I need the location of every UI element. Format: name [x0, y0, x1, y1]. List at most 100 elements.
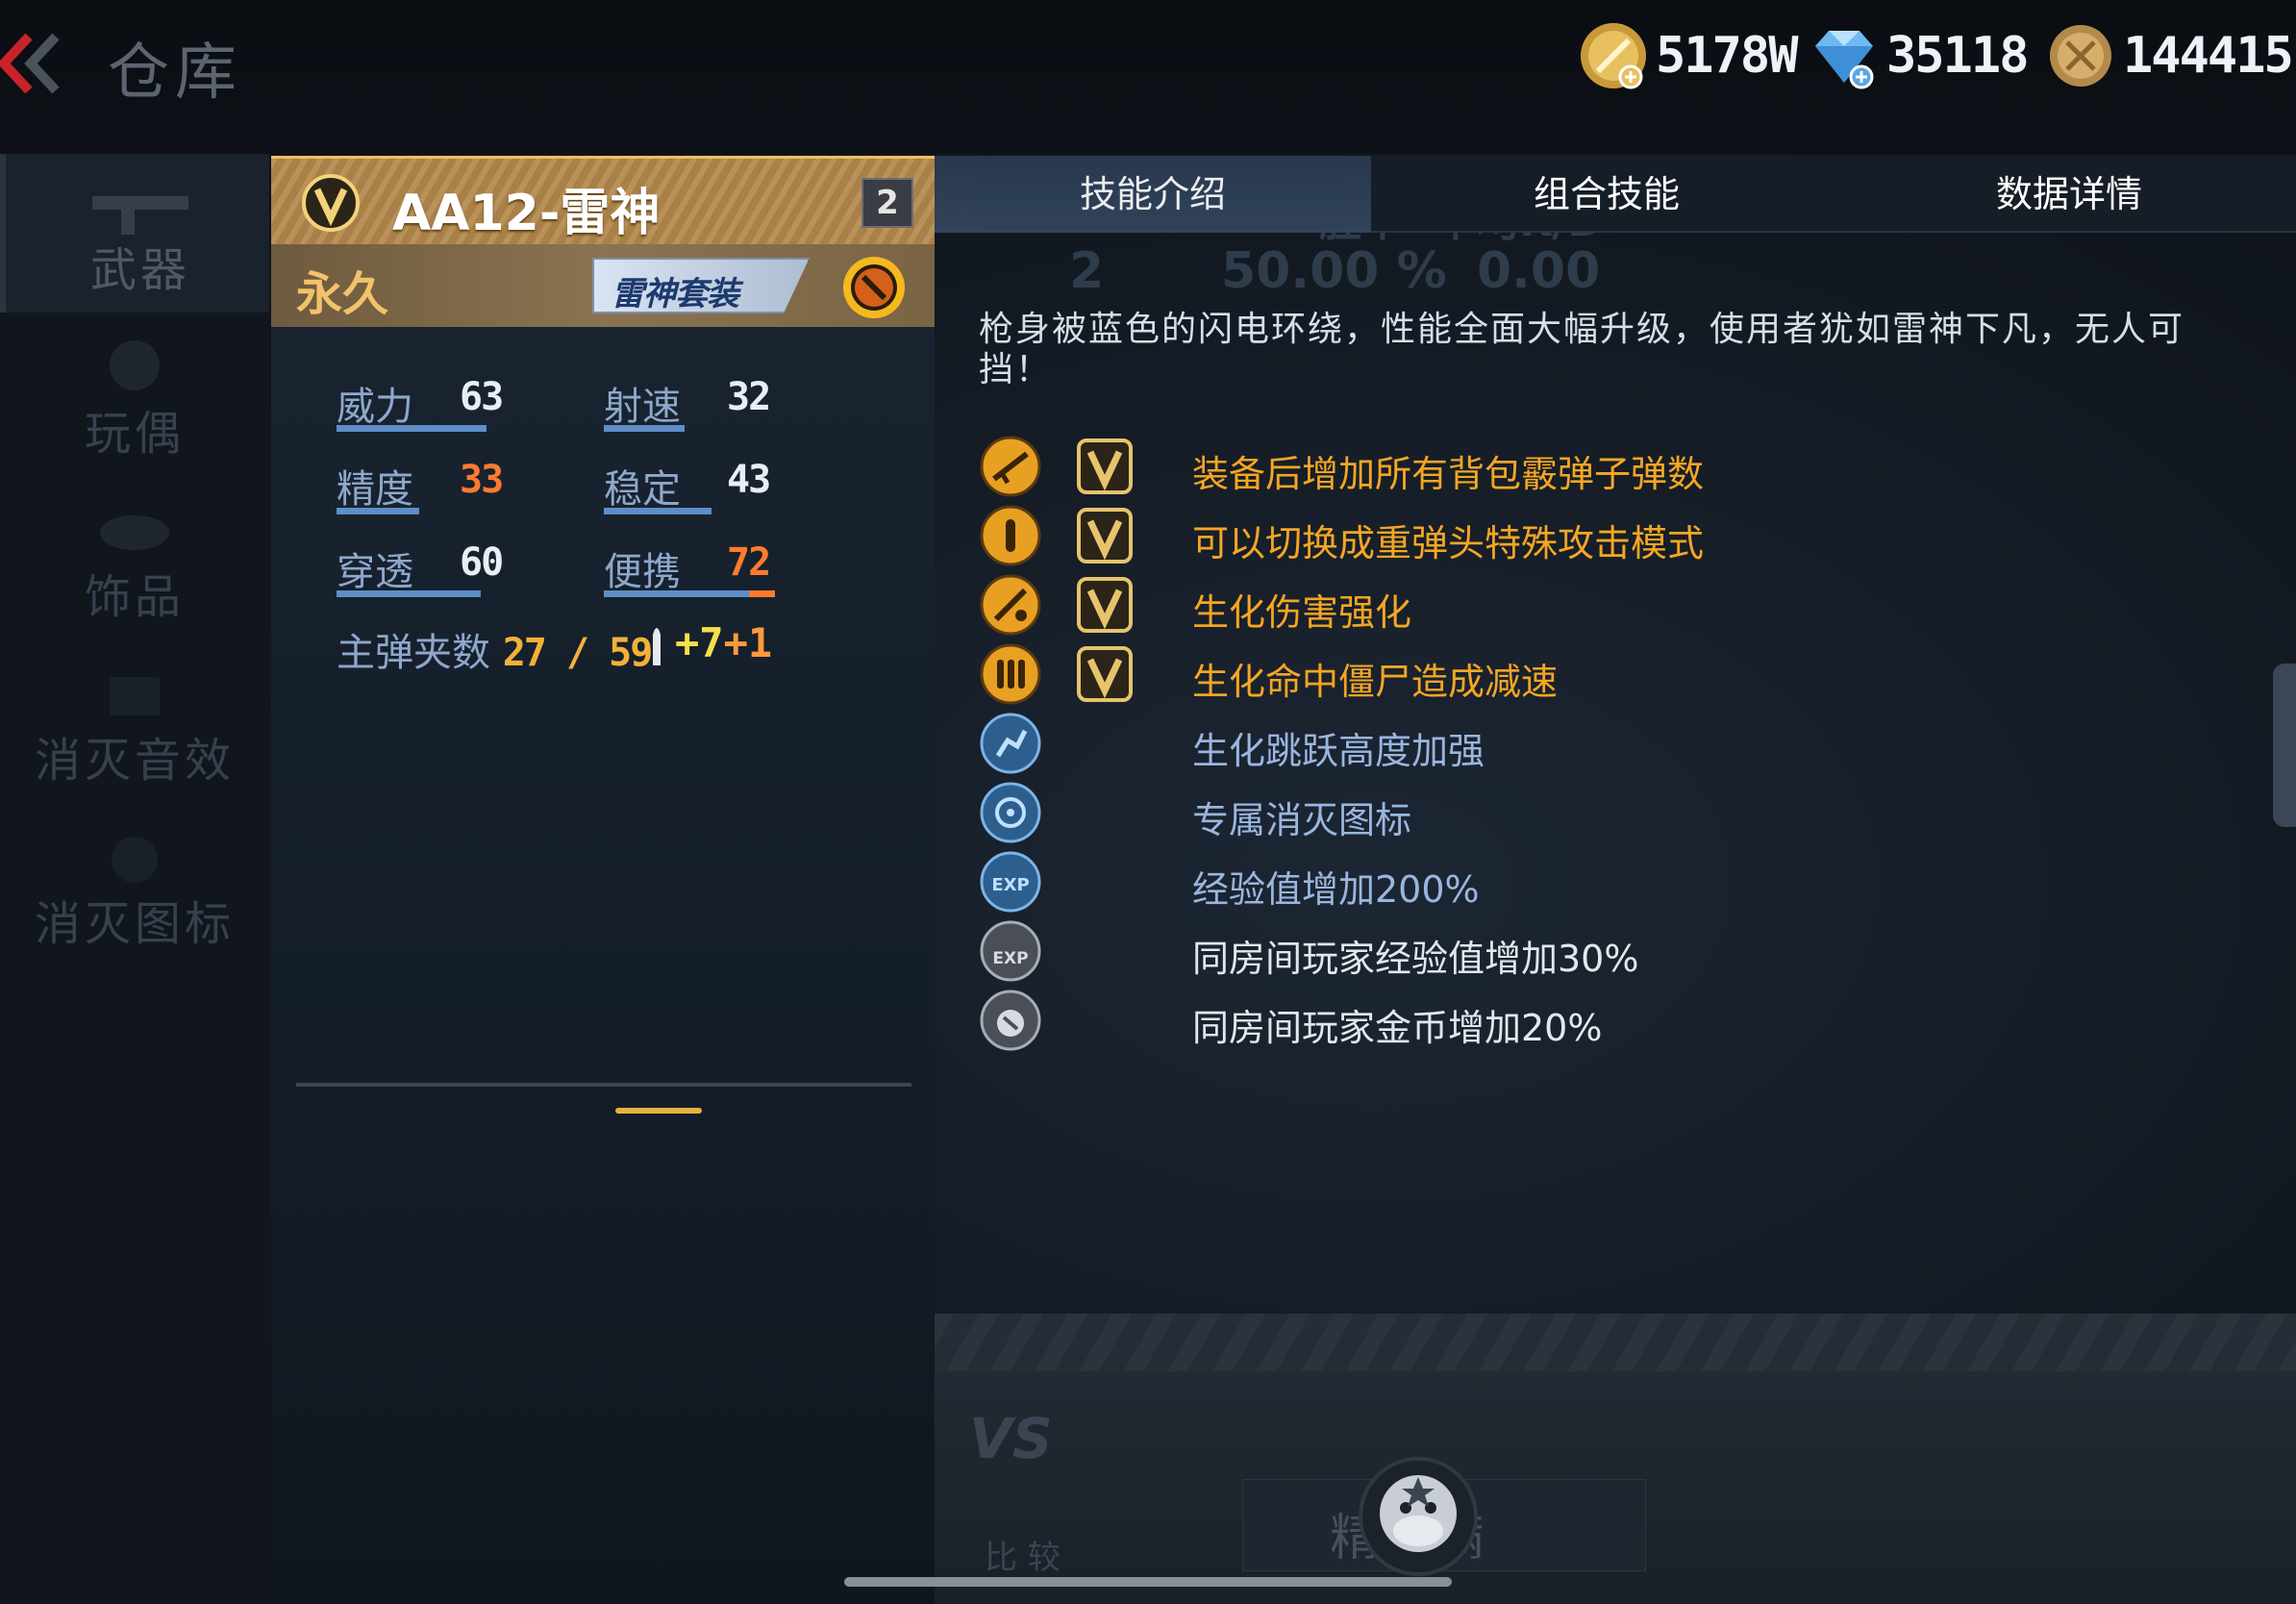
sound-icon [110, 677, 160, 715]
diamond-icon [1815, 31, 1874, 89]
stat-fire-rate: 射速 32 [604, 375, 771, 432]
sidebar: 武器 玩偶 饰品 消灭音效 消灭图标 [0, 154, 269, 1604]
medal-icon [2050, 25, 2111, 87]
stat-stability: 稳定 43 [604, 458, 771, 514]
stat-name: 威力 [337, 385, 413, 429]
stat-bar [604, 508, 711, 514]
bio-damage-icon [980, 574, 1041, 636]
accessory-icon [100, 515, 169, 550]
stat-value: 33 [460, 458, 504, 502]
suit-tag-label: 雷神套装 [611, 275, 739, 313]
gold-coin-icon [1581, 23, 1646, 89]
exp-icon: EXP [980, 851, 1041, 913]
v-rank-badge-icon [1077, 508, 1133, 564]
skill-text: 同房间玩家金币增加20% [1192, 1007, 1603, 1049]
stat-accuracy: 精度 33 [337, 458, 504, 514]
skill-row: 生化命中僵尸造成减速 [979, 642, 2229, 710]
sidebar-item-weapons[interactable]: 武器 [0, 154, 269, 313]
gold-currency[interactable]: 5178W [1577, 17, 1799, 94]
sidebar-item-kill-icons[interactable]: 消灭图标 [0, 808, 269, 966]
stat-penetration: 穿透 60 [337, 540, 504, 597]
skill-text: 经验值增加200% [1192, 868, 1480, 911]
ghost-value-a: 2 [1069, 242, 1105, 300]
sidebar-item-kill-sounds[interactable]: 消灭音效 [0, 644, 269, 803]
skill-text: 专属消灭图标 [1192, 799, 1412, 841]
shotgun-icon [980, 436, 1041, 497]
ghost-value-c: 0.00 [1477, 242, 1601, 300]
stat-bar [337, 425, 487, 432]
monkey-mascot-icon[interactable] [1356, 1454, 1481, 1579]
back-arrow-icon[interactable] [0, 29, 67, 98]
home-indicator[interactable] [844, 1577, 1452, 1587]
sidebar-item-label: 武器 [89, 243, 190, 297]
skill-text: 装备后增加所有背包霰弹子弹数 [1192, 453, 1705, 495]
weapon-header: AA12-雷神 2 [271, 156, 935, 244]
tab-skill-intro[interactable]: 技能介绍 [935, 156, 1371, 233]
v-rank-badge-icon [302, 174, 360, 232]
stat-power: 威力 63 [337, 375, 504, 432]
v-rank-badge-icon [1077, 439, 1133, 494]
compare-label[interactable]: 比 较 [985, 1531, 1061, 1578]
weapon-level: 2 [861, 178, 913, 228]
skill-text: 同房间玩家经验值增加30% [1192, 938, 1639, 980]
sidebar-item-dolls[interactable]: 玩偶 [0, 317, 269, 476]
kill-icon [980, 782, 1041, 843]
jump-icon [980, 713, 1041, 774]
tab-bar: 技能介绍 组合技能 数据详情 [935, 156, 2296, 233]
skill-text: 可以切换成重弹头特殊攻击模式 [1192, 522, 1705, 564]
v-rank-badge-icon [1077, 646, 1133, 702]
stat-bar [604, 425, 685, 432]
stat-name: 便携 [604, 550, 681, 594]
ammo-bonus: +7+1 [675, 619, 772, 666]
room-coin-icon [980, 990, 1041, 1051]
weapon-subheader: 永久 雷神套装 [271, 244, 935, 327]
skill-row: 装备后增加所有背包霰弹子弹数 [979, 435, 2229, 502]
medal-currency[interactable]: 144415 [2044, 17, 2294, 94]
page-indicator[interactable] [615, 1108, 702, 1114]
doll-icon [110, 340, 160, 390]
sidebar-item-label: 玩偶 [84, 407, 185, 461]
v-rank-badge-icon [1077, 577, 1133, 633]
stat-value: 43 [727, 458, 771, 502]
ammo-bonus-orange: +1 [723, 619, 773, 666]
stat-name: 穿透 [337, 550, 413, 594]
ammo-info: 主弹夹数 27 / 59 [337, 621, 654, 677]
skill-row: 可以切换成重弹头特殊攻击模式 [979, 504, 2229, 571]
diamond-currency[interactable]: 35118 [1808, 17, 2030, 94]
stat-bar [337, 508, 419, 514]
ammo-icon [980, 643, 1041, 705]
skill-row: EXP 同房间玩家经验值增加30% [979, 919, 2229, 987]
skill-row: 生化跳跃高度加强 [979, 712, 2229, 779]
room-exp-icon: EXP [980, 920, 1041, 982]
stat-name: 射速 [604, 385, 681, 429]
top-bar: 仓库 5178W 35118 144415 [0, 0, 2296, 154]
gold-value: 5178W [1656, 27, 1799, 85]
stat-value: 32 [727, 375, 771, 419]
stat-bar [337, 590, 481, 597]
skill-row: EXP 经验值增加200% [979, 850, 2229, 917]
stat-bar [604, 590, 775, 597]
ammo-label: 主弹夹数 [337, 631, 490, 675]
skill-row: 同房间玩家金币增加20% [979, 989, 2229, 1056]
suit-coin-icon[interactable] [840, 254, 908, 321]
sidebar-item-accessories[interactable]: 饰品 [0, 481, 269, 639]
bullet-icon [980, 505, 1041, 566]
ammo-value: 27 / 59 [502, 631, 654, 675]
tab-combo-skills[interactable]: 组合技能 [1371, 156, 1842, 233]
duration-label: 永久 [296, 267, 389, 321]
ammo-bonus-yellow: +7 [675, 619, 724, 666]
bottom-panel: VS 比 较 精 满 [935, 1314, 2296, 1604]
vs-label[interactable]: VS [969, 1406, 1053, 1471]
skill-text: 生化伤害强化 [1192, 591, 1412, 634]
skull-icon [112, 837, 158, 883]
stat-value: 72 [727, 540, 771, 585]
sidebar-item-label: 饰品 [84, 570, 185, 624]
tab-data-details[interactable]: 数据详情 [1842, 156, 2296, 233]
skill-row: 专属消灭图标 [979, 781, 2229, 848]
diamond-value: 35118 [1886, 27, 2030, 85]
hazard-stripe [935, 1314, 2296, 1371]
stat-name: 稳定 [604, 467, 681, 512]
suit-tag[interactable]: 雷神套装 [592, 258, 810, 313]
skill-text: 生化命中僵尸造成减速 [1192, 661, 1559, 703]
side-pull-tab[interactable] [2273, 664, 2296, 827]
